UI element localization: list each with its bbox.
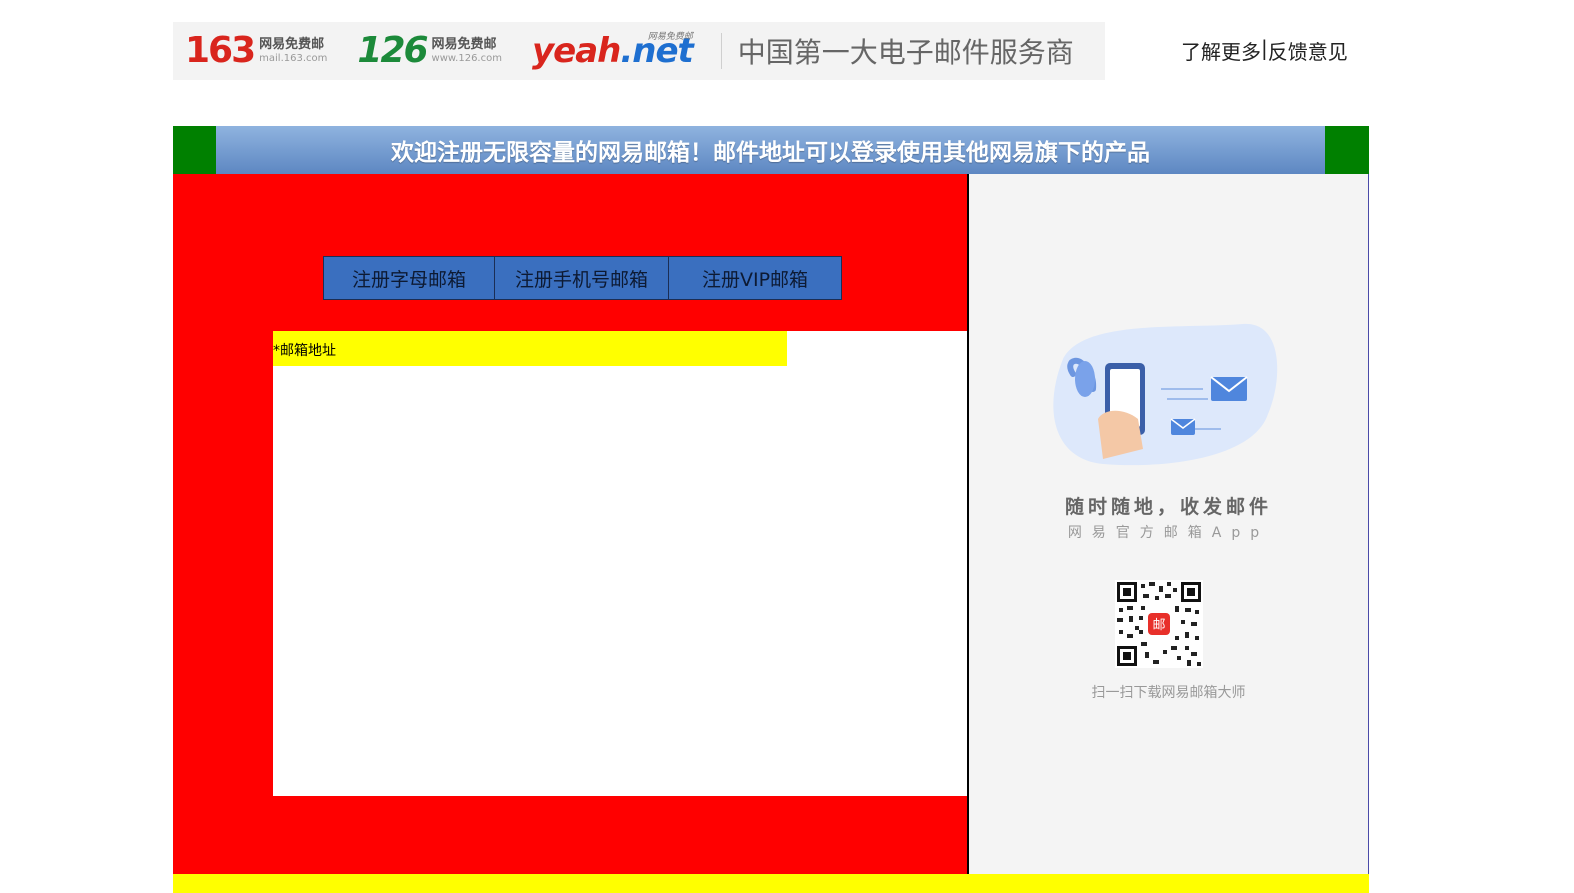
app-subtitle: 网易官方邮箱App xyxy=(1067,525,1270,541)
learn-more-link[interactable]: 了解更多 xyxy=(1181,36,1261,65)
logo-163-url: mail.163.com xyxy=(259,52,328,64)
register-tabs: 注册字母邮箱 注册手机号邮箱 注册VIP邮箱 xyxy=(323,256,842,300)
qr-code-icon[interactable]: 邮 xyxy=(1115,580,1203,668)
logo-yeah-word: yeah xyxy=(531,31,621,71)
app-title: 随时随地，收发邮件 xyxy=(1064,496,1272,518)
logo-126[interactable]: 126 网易免费邮 www.126.com xyxy=(357,33,502,69)
tab-register-phone-email[interactable]: 注册手机号邮箱 xyxy=(495,256,669,300)
slogan: 中国第一大电子邮件服务商 xyxy=(737,36,1074,69)
logo-163-cn: 网易免费邮 xyxy=(259,37,325,53)
header-banner: 欢迎注册无限容量的网易邮箱！邮件地址可以登录使用其他网易旗下的产品 xyxy=(216,126,1325,174)
feedback-link[interactable]: 反馈意见 xyxy=(1268,36,1348,65)
bottom-strip xyxy=(173,874,1369,893)
page-title: 欢迎注册无限容量的网易邮箱！邮件地址可以登录使用其他网易旗下的产品 xyxy=(391,140,1150,166)
qr-caption: 扫一扫下载网易邮箱大师 xyxy=(1091,685,1246,701)
registration-area: 注册字母邮箱 注册手机号邮箱 注册VIP邮箱 *邮箱地址 xyxy=(173,174,967,874)
logo-163[interactable]: 163 网易免费邮 mail.163.com xyxy=(185,33,327,69)
tab-register-letter-email[interactable]: 注册字母邮箱 xyxy=(323,256,495,300)
logo-126-url: www.126.com xyxy=(431,52,502,64)
header-strip: 欢迎注册无限容量的网易邮箱！邮件地址可以登录使用其他网易旗下的产品 xyxy=(173,126,1369,174)
phone-mail-illustration-icon xyxy=(1053,323,1278,466)
logo-163-number: 163 xyxy=(185,30,256,71)
link-separator: | xyxy=(1261,36,1268,60)
tab-register-vip-email[interactable]: 注册VIP邮箱 xyxy=(669,256,842,300)
brand-banner: 163 网易免费邮 mail.163.com 126 网易免费邮 www.126… xyxy=(173,22,1105,80)
logo-126-number: 126 xyxy=(357,30,428,71)
app-promo-panel: 随时随地，收发邮件 网易官方邮箱App 邮 扫一扫下载网易邮箱大师 xyxy=(969,174,1369,874)
registration-form: *邮箱地址 xyxy=(273,331,967,796)
email-address-label: *邮箱地址 xyxy=(273,331,787,366)
qr-center-label: 邮 xyxy=(1152,618,1165,633)
top-links: 了解更多 | 反馈意见 xyxy=(1181,36,1348,65)
logo-yeah[interactable]: 网易免费邮 yeah.net xyxy=(531,31,694,71)
logo-divider xyxy=(720,33,722,69)
logo-126-cn: 网易免费邮 xyxy=(431,37,497,53)
logo-yeah-tag: 网易免费邮 xyxy=(647,32,693,42)
